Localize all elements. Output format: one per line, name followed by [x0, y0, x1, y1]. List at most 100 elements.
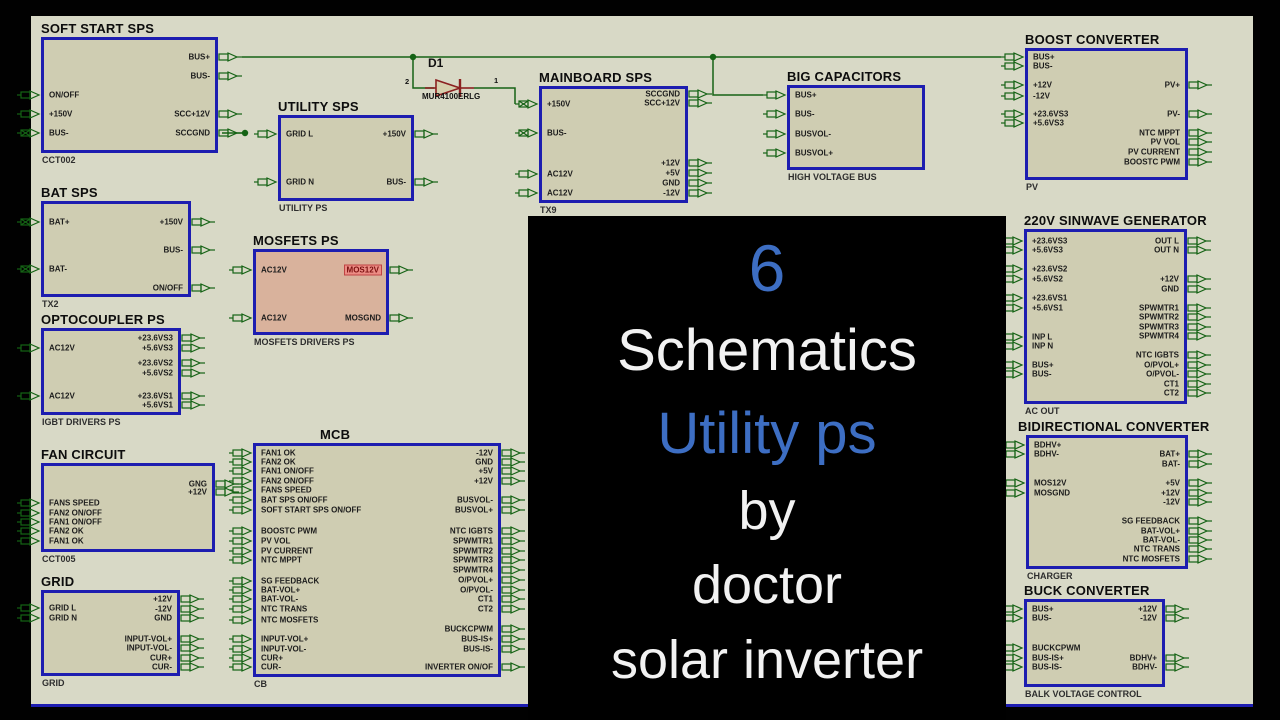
mcb-pin-ntc-mppt: NTC MPPT [261, 556, 302, 565]
grid-pin-cur: CUR- [152, 663, 172, 672]
mcb-pin-ntc-igbts: NTC IGBTS [450, 527, 493, 536]
overlay-line-schematics: Schematics [528, 308, 1006, 394]
pin-terminal-icon [218, 109, 242, 119]
grid-sublabel: GRID [42, 678, 65, 688]
big-capacitors-pin-bus: BUS+ [795, 91, 817, 100]
fan-circuit-pin-fan2-ok: FAN2 OK [49, 527, 84, 536]
mosfets-ps-sublabel: MOSFETS DRIVERS PS [254, 337, 355, 347]
pin-terminal-icon [17, 603, 41, 613]
pin-terminal-icon [1001, 91, 1025, 101]
mcb-pin-input-vol: INPUT-VOL+ [261, 635, 308, 644]
overlay-line-solar-inverter: solar inverter [528, 622, 1006, 698]
pin-terminal-icon [501, 476, 525, 486]
sinwave-generator-pin-ntc-igbts: NTC IGBTS [1136, 351, 1179, 360]
pin-terminal-icon [501, 624, 525, 634]
diode-part-label: MUR4100ERLG [422, 92, 480, 101]
boost-converter-pin-pv: PV+ [1165, 81, 1180, 90]
mcb-pin-ntc-trans: NTC TRANS [261, 605, 307, 614]
fan-circuit-pin-12v: +12V [188, 488, 207, 497]
bat-sps-sublabel: TX2 [42, 299, 59, 309]
pin-terminal-icon [688, 158, 712, 168]
mcb-pin-o-pvol: O/PVOL- [460, 586, 493, 595]
buck-converter-pin-bus-is: BUS-IS+ [1032, 654, 1064, 663]
mainboard-sps-pin-gnd: GND [662, 179, 680, 188]
sinwave-generator-pin-spwmtr3: SPWMTR3 [1139, 323, 1179, 332]
utility-sps-pin-150v: +150V [383, 130, 406, 139]
sinwave-generator-pin-o-pvol: O/PVOL+ [1144, 361, 1179, 370]
soft-start-sps-pin-bus: BUS- [49, 129, 69, 138]
grid-pin-grid-l: GRID L [49, 604, 76, 613]
pin-terminal-icon [229, 604, 253, 614]
pin-terminal-icon [515, 99, 539, 109]
grid-pin-gnd: GND [154, 614, 172, 623]
pin-terminal-icon [389, 265, 413, 275]
grid-pin-cur: CUR+ [150, 654, 172, 663]
boost-converter-pin-boostc-pwm: BOOSTC PWM [1124, 158, 1180, 167]
overlay-line-by: by [528, 474, 1006, 548]
overlay-line-doctor: doctor [528, 548, 1006, 622]
fan-circuit-sublabel: CCT005 [42, 554, 76, 564]
pin-terminal-icon [17, 613, 41, 623]
sinwave-generator-pin-ct2: CT2 [1164, 389, 1179, 398]
pin-terminal-icon [501, 536, 525, 546]
pin-terminal-icon [254, 129, 278, 139]
mcb-pin-bat-sps-on-off: BAT SPS ON/OFF [261, 496, 328, 505]
fan-circuit-title: FAN CIRCUIT [41, 447, 126, 462]
sinwave-generator-pin-spwmtr2: SPWMTR2 [1139, 313, 1179, 322]
pin-terminal-icon [229, 526, 253, 536]
pin-terminal-icon [763, 109, 787, 119]
pin-terminal-icon [501, 555, 525, 565]
buck-converter-pin-bdhv: BDHV+ [1130, 654, 1157, 663]
pin-terminal-icon [1187, 388, 1211, 398]
utility-sps-pin-grid-n: GRID N [286, 178, 314, 187]
pin-terminal-icon [17, 391, 41, 401]
diode-ref-label: D1 [428, 56, 443, 70]
utility-sps-pin-bus: BUS- [386, 178, 406, 187]
mcb-pin-inverter-on-of: INVERTER ON/OF [425, 663, 493, 672]
diode-pin1-label: 1 [494, 76, 498, 85]
optocoupler-ps-pin-5-6vs1: +5.6VS1 [142, 401, 173, 410]
fan-circuit-pin-fan2-on-off: FAN2 ON/OFF [49, 509, 102, 518]
mcb-pin-pv-current: PV CURRENT [261, 547, 313, 556]
pin-terminal-icon [229, 466, 253, 476]
pin-terminal-icon [414, 129, 438, 139]
optocoupler-ps-title: OPTOCOUPLER PS [41, 312, 165, 327]
pin-terminal-icon [181, 358, 205, 368]
pin-terminal-icon [1001, 80, 1025, 90]
pin-terminal-icon [515, 128, 539, 138]
buck-converter-pin-bus-is: BUS-IS- [1032, 663, 1062, 672]
pin-terminal-icon [501, 634, 525, 644]
sinwave-generator-pin-out-n: OUT N [1154, 246, 1179, 255]
mosfets-ps-pin-mosgnd: MOSGND [345, 314, 381, 323]
boost-converter-pin-pv: PV- [1167, 110, 1180, 119]
bidirectional-converter-pin-ntc-mosfets: NTC MOSFETS [1123, 555, 1180, 564]
mcb-pin-spwmtr1: SPWMTR1 [453, 537, 493, 546]
soft-start-sps-title: SOFT START SPS [41, 21, 154, 36]
mcb-pin-busvol: BUSVOL- [457, 496, 493, 505]
pin-terminal-icon [1188, 554, 1212, 564]
soft-start-sps-pin-150v: +150V [49, 110, 72, 119]
sinwave-generator-pin-out-l: OUT L [1155, 237, 1179, 246]
pin-terminal-icon [191, 217, 215, 227]
bat-sps-title: BAT SPS [41, 185, 98, 200]
big-capacitors-pin-bus: BUS- [795, 110, 815, 119]
big-capacitors-title: BIG CAPACITORS [787, 69, 901, 84]
mcb-pin-pv-vol: PV VOL [261, 537, 290, 546]
pin-terminal-icon [501, 662, 525, 672]
big-capacitors-sublabel: HIGH VOLTAGE BUS [788, 172, 877, 182]
boost-converter-pin-23-6vs3: +23.6VS3 [1033, 110, 1068, 119]
bat-sps-pin-150v: +150V [160, 218, 183, 227]
mosfets-ps-title: MOSFETS PS [253, 233, 339, 248]
pin-terminal-icon [501, 565, 525, 575]
mosfets-ps-pin-ac12v: AC12V [261, 314, 287, 323]
pin-terminal-icon [229, 485, 253, 495]
sinwave-generator-pin-inp-n: INP N [1032, 342, 1053, 351]
sinwave-generator-pin-inp-l: INP L [1032, 333, 1052, 342]
grid-pin-input-vol: INPUT-VOL+ [125, 635, 172, 644]
mainboard-sps-pin-ac12v: AC12V [547, 170, 573, 179]
sinwave-generator-pin-spwmtr1: SPWMTR1 [1139, 304, 1179, 313]
pin-terminal-icon [1188, 80, 1212, 90]
bidirectional-converter-pin-bdhv: BDHV+ [1034, 441, 1061, 450]
pin-terminal-icon [229, 594, 253, 604]
buck-converter-sublabel: BALK VOLTAGE CONTROL [1025, 689, 1142, 699]
